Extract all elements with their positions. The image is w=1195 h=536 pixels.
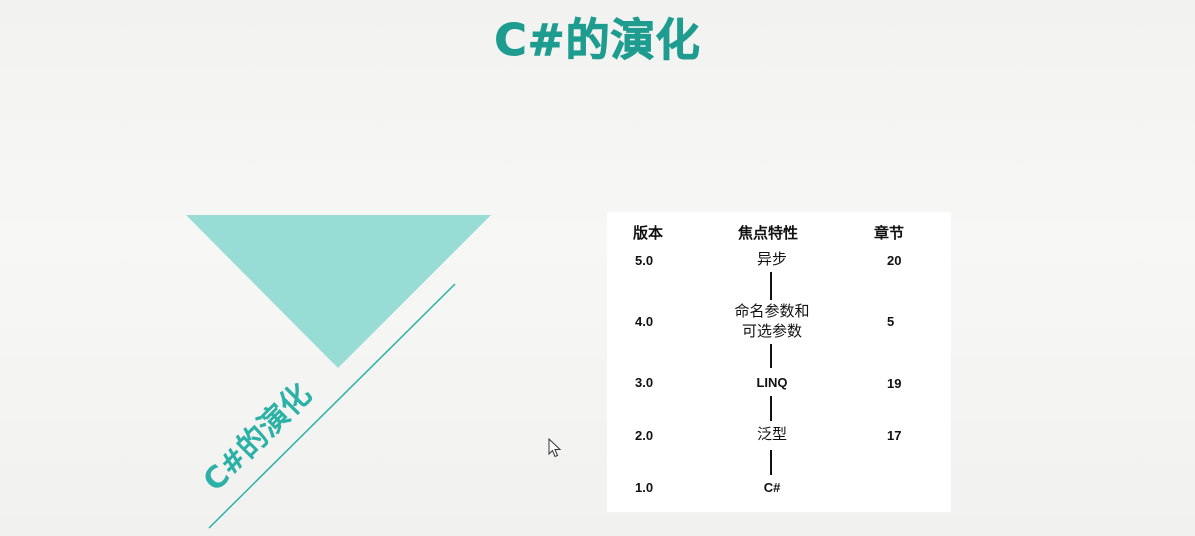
row-feature: 命名参数和 (734, 302, 810, 320)
teal-triangle (186, 215, 491, 368)
row-feature-line2: 可选参数 (741, 322, 802, 340)
row-version: 3.0 (635, 375, 654, 390)
decoration-graphic (186, 215, 491, 529)
version-table: 版本 焦点特性 章节 5.0 异步 20 4.0 命名参数和 可选参数 5 3.… (607, 212, 951, 512)
row-version: 5.0 (635, 253, 654, 268)
row-version: 2.0 (635, 428, 654, 443)
timeline-connector (770, 272, 772, 300)
row-feature: LINQ (756, 375, 788, 390)
header-version: 版本 (633, 224, 664, 242)
row-chapter: 5 (887, 314, 895, 329)
row-feature: 异步 (756, 250, 787, 268)
header-feature: 焦点特性 (738, 224, 799, 242)
row-version: 1.0 (635, 480, 654, 495)
row-chapter: 17 (887, 428, 902, 443)
header-chapter: 章节 (874, 224, 905, 242)
timeline-connector (770, 396, 772, 421)
row-chapter: 19 (887, 376, 902, 391)
row-feature: C# (763, 480, 781, 495)
row-version: 4.0 (635, 314, 654, 329)
mouse-pointer-icon (548, 438, 562, 458)
timeline-connector (770, 450, 772, 475)
row-feature: 泛型 (756, 425, 787, 443)
row-chapter: 20 (887, 253, 902, 268)
timeline-connector (770, 344, 772, 368)
